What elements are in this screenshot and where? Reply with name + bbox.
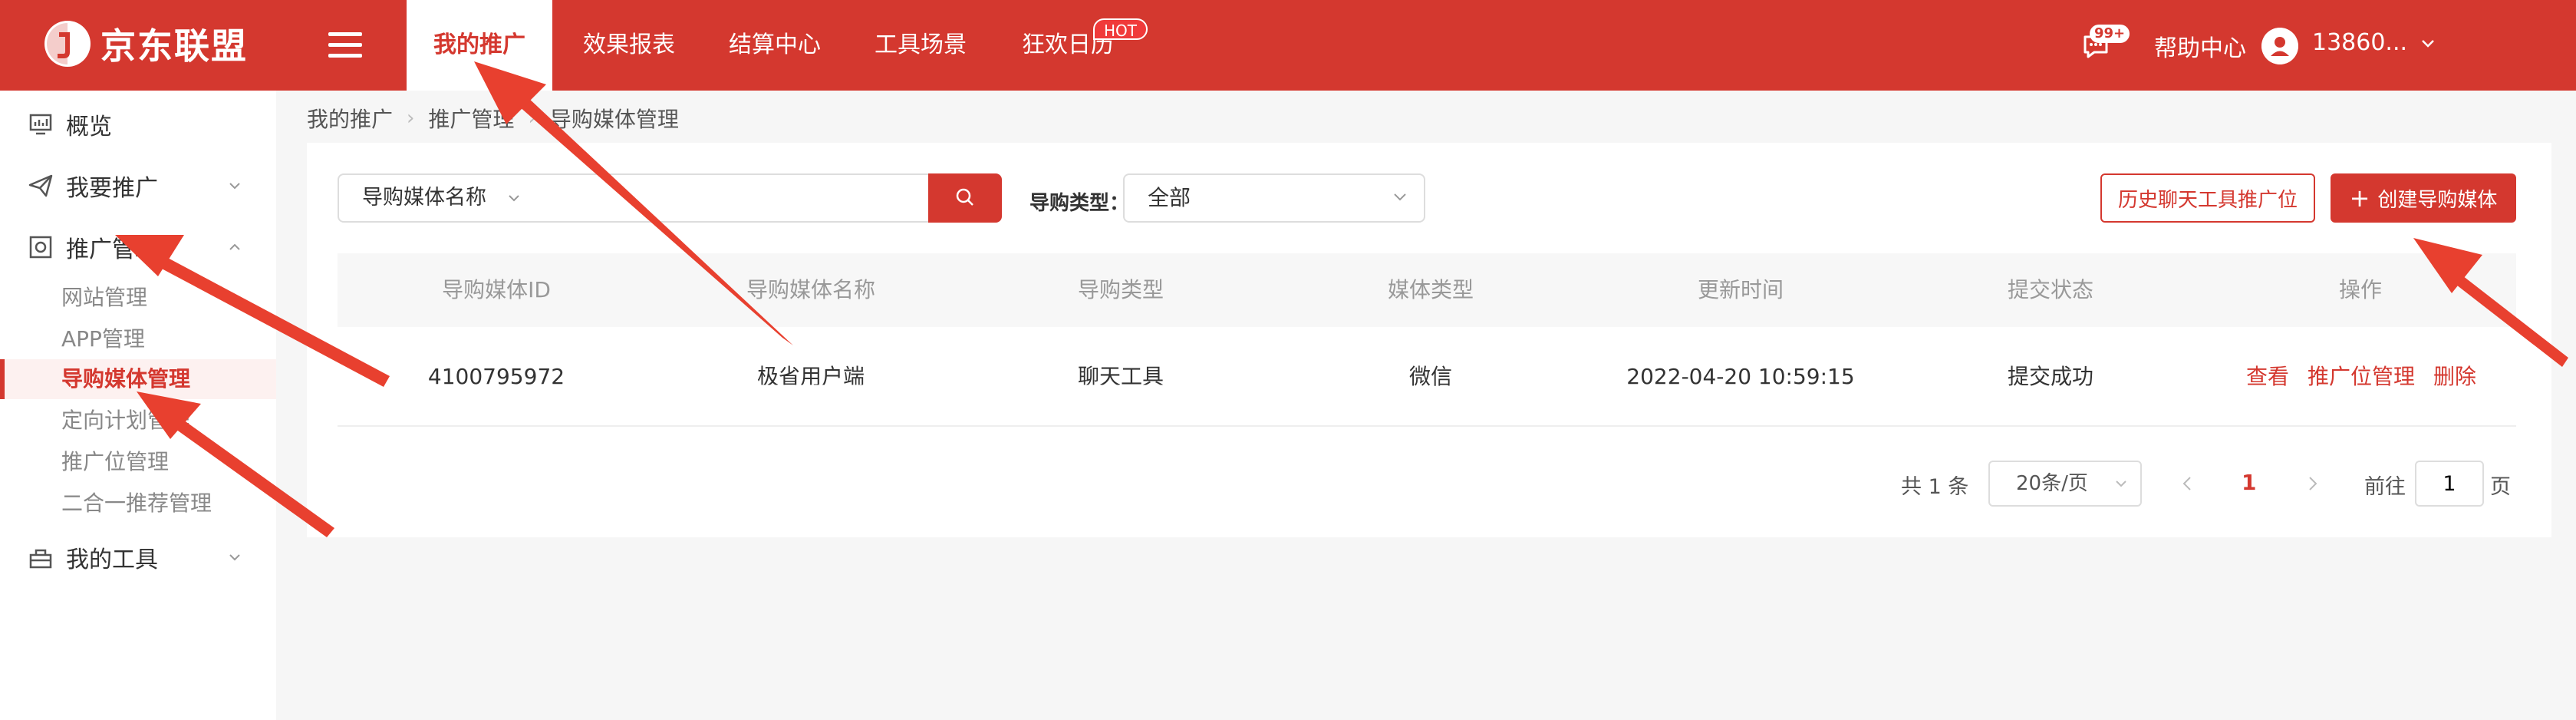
sidebar-item-overview[interactable]: 概览 [0,94,276,155]
toolbox-icon [29,549,52,569]
cell-updated-time: 2022-04-20 10:59:15 [1626,364,1855,389]
brand-name: 京东联盟 [100,25,248,67]
sidebar-item-promotion-management[interactable]: 推广管理 [0,216,276,278]
search-input[interactable] [537,173,930,223]
sidebar-sub-targeted-plan[interactable]: 定向计划管理 [0,401,276,441]
sidebar-item-label: 推广管理 [66,236,158,263]
nav-my-promotion[interactable]: 我的推广 [407,0,552,91]
next-page-icon[interactable] [2301,470,2324,497]
message-count-badge: 99+ [2090,25,2130,43]
column-header: 提交状态 [2007,277,2094,302]
target-icon [29,236,52,259]
user-account-name[interactable]: 13860... [2312,29,2407,56]
breadcrumb-separator-icon: › [407,107,415,130]
page-size-select[interactable]: 20条/页 [1988,461,2142,507]
jd-union-logo[interactable]: 京东联盟 [42,17,248,71]
cell-media-type: 微信 [1408,364,1453,389]
goto-page-input[interactable] [2415,461,2484,507]
cell-media-name: 极省用户端 [756,364,865,389]
breadcrumb-separator-icon: › [528,107,536,130]
history-chat-tool-button[interactable]: 历史聊天工具推广位 [2100,173,2315,223]
paper-plane-icon [28,174,53,197]
sidebar: 概览 我要推广 推广管理 网站管理 APP管理 导购媒体管理 定向计划管理 推广… [0,91,276,720]
shopping-type-label: 导购类型： [1029,192,1130,215]
search-field-value: 导购媒体名称 [362,186,486,210]
search-button[interactable] [928,173,1002,223]
hot-badge: HOT [1093,18,1148,40]
help-center-link[interactable]: 帮助中心 [2154,29,2246,63]
table-row: 4100795972 极省用户端 聊天工具 微信 2022-04-20 10:5… [338,327,2516,427]
user-avatar-icon[interactable] [2261,28,2298,64]
column-header: 媒体类型 [1387,277,1474,302]
sidebar-sub-app[interactable]: APP管理 [0,319,276,359]
sidebar-item-my-tools[interactable]: 我的工具 [0,527,276,588]
menu-toggle-icon[interactable] [328,32,362,58]
table-header: 导购媒体ID 导购媒体名称 导购类型 媒体类型 更新时间 提交状态 操作 [338,253,2516,327]
jd-logo-icon [44,21,91,67]
promotion-slot-management-link[interactable]: 推广位管理 [2308,327,2415,427]
goto-label: 前往 [2364,475,2406,499]
nav-calendar[interactable]: 狂欢日历 [1006,0,1129,91]
shopping-type-value: 全部 [1148,185,1191,210]
sidebar-sub-website[interactable]: 网站管理 [0,278,276,318]
column-header: 导购媒体名称 [746,277,876,302]
column-header: 操作 [2338,277,2383,302]
pagination-total: 共 1 条 [1901,475,1969,499]
sidebar-item-label: 我的工具 [66,547,158,573]
search-icon [956,188,973,206]
sidebar-sub-promotion-slot[interactable]: 推广位管理 [0,442,276,482]
breadcrumb-current: 导购媒体管理 [549,107,679,132]
view-link[interactable]: 查看 [2246,327,2289,427]
chevron-down-icon [1394,193,1406,201]
nav-settlement[interactable]: 结算中心 [713,0,836,91]
page-number-current[interactable]: 1 [2242,470,2256,495]
shopping-type-select[interactable]: 全部 [1123,173,1425,223]
column-header: 更新时间 [1697,277,1784,302]
breadcrumb-item[interactable]: 我的推广 [307,103,393,134]
plus-icon: + [2349,183,2370,213]
sidebar-item-label: 概览 [66,114,112,140]
create-shopping-media-button[interactable]: + 创建导购媒体 [2331,173,2516,223]
chevron-down-icon [509,195,519,202]
cell-submit-status: 提交成功 [2007,364,2094,389]
chevron-up-icon [229,243,240,250]
chevron-down-icon [229,183,240,190]
chevron-down-icon [2116,481,2126,487]
sidebar-item-label: 我要推广 [66,175,158,202]
delete-link[interactable]: 删除 [2433,327,2476,427]
chevron-down-icon [229,554,240,561]
breadcrumb-item[interactable]: 推广管理 [428,103,514,134]
top-navbar: 京东联盟 我的推广 效果报表 结算中心 工具场景 狂欢日历 HOT 99+ 帮助… [0,0,2576,91]
chevron-down-icon[interactable] [2416,32,2439,55]
sidebar-item-promote[interactable]: 我要推广 [0,155,276,216]
create-button-label: 创建导购媒体 [2377,188,2498,212]
column-header: 导购媒体ID [442,277,551,302]
cell-media-id: 4100795972 [427,364,565,389]
column-header: 导购类型 [1077,277,1164,302]
cell-shopping-type: 聊天工具 [1077,364,1164,389]
nav-tools[interactable]: 工具场景 [859,0,982,91]
search-field-select[interactable]: 导购媒体名称 [338,173,539,223]
page-size-value: 20条/页 [2016,472,2088,495]
goto-suffix: 页 [2490,475,2511,499]
breadcrumb: 我的推广 › 推广管理 › 导购媒体管理 [307,103,679,134]
dashboard-icon [29,114,52,135]
nav-reports[interactable]: 效果报表 [568,0,690,91]
prev-page-icon[interactable] [2176,470,2199,497]
sidebar-sub-shopping-media[interactable]: 导购媒体管理 [0,359,276,399]
sidebar-sub-two-in-one[interactable]: 二合一推荐管理 [0,484,276,523]
